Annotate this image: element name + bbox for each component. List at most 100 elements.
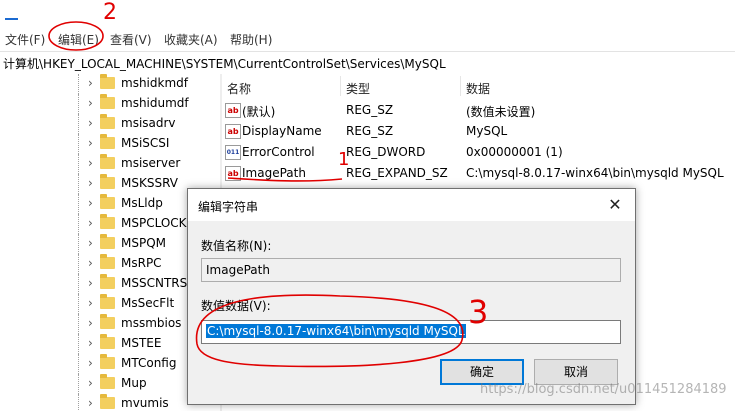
- menu-view[interactable]: 查看(V): [110, 31, 152, 48]
- tree-item-label: msisadrv: [121, 116, 176, 130]
- tree-guide-line: [78, 374, 80, 394]
- tree-item[interactable]: › MSiSCSI: [0, 134, 220, 154]
- string-value-icon: ab: [225, 103, 241, 118]
- tree-guide-line: [78, 214, 80, 234]
- tree-guide-line: [78, 274, 80, 294]
- dialog-titlebar[interactable]: 编辑字符串 ✕: [188, 189, 635, 221]
- menu-file[interactable]: 文件(F): [5, 31, 45, 48]
- value-data-input[interactable]: C:\mysql-8.0.17-winx64\bin\mysqld MySQL: [201, 320, 621, 344]
- tree-item[interactable]: › mshidumdf: [0, 94, 220, 114]
- tree-guide-line: [78, 114, 80, 134]
- menu-favorites[interactable]: 收藏夹(A): [164, 31, 218, 48]
- chevron-right-icon[interactable]: ›: [88, 96, 93, 110]
- tree-item-label: MSPQM: [121, 236, 167, 250]
- folder-icon: [100, 174, 115, 189]
- folder-icon: [100, 94, 115, 109]
- value-data-text[interactable]: C:\mysql-8.0.17-winx64\bin\mysqld MySQL: [206, 324, 466, 338]
- folder-icon: [100, 114, 115, 129]
- folder-icon: [100, 134, 115, 149]
- value-type: REG_EXPAND_SZ: [346, 166, 448, 180]
- tree-item-label: mshidkmdf: [121, 76, 188, 90]
- chevron-right-icon[interactable]: ›: [88, 296, 93, 310]
- tree-guide-line: [78, 174, 80, 194]
- column-divider[interactable]: [460, 76, 461, 96]
- folder-icon: [100, 74, 115, 89]
- tree-item[interactable]: › mshidkmdf: [0, 74, 220, 94]
- column-header-type[interactable]: 类型: [346, 80, 370, 97]
- tree-item-label: msiserver: [121, 156, 181, 170]
- chevron-right-icon[interactable]: ›: [88, 316, 93, 330]
- top-strip: [0, 0, 735, 28]
- menu-edit[interactable]: 编辑(E): [58, 31, 99, 48]
- tree-guide-line: [78, 134, 80, 154]
- dialog-title: 编辑字符串: [198, 200, 259, 214]
- chevron-right-icon[interactable]: ›: [88, 116, 93, 130]
- chevron-right-icon[interactable]: ›: [88, 236, 93, 250]
- column-divider[interactable]: [340, 76, 341, 96]
- value-row[interactable]: ab DisplayName REG_SZ MySQL: [222, 121, 735, 142]
- address-bar[interactable]: 计算机\HKEY_LOCAL_MACHINE\SYSTEM\CurrentCon…: [0, 51, 735, 75]
- tree-item-label: MSSCNTRS: [121, 276, 188, 290]
- value-name-text: ImagePath: [206, 263, 270, 277]
- chevron-right-icon[interactable]: ›: [88, 176, 93, 190]
- value-data: (数值未设置): [466, 105, 536, 119]
- menu-help[interactable]: 帮助(H): [230, 31, 272, 48]
- folder-icon: [100, 154, 115, 169]
- folder-icon: [100, 314, 115, 329]
- chevron-right-icon[interactable]: ›: [88, 276, 93, 290]
- chevron-right-icon[interactable]: ›: [88, 256, 93, 270]
- value-row[interactable]: 011 ErrorControl REG_DWORD 0x00000001 (1): [222, 142, 735, 163]
- menu-bar: 文件(F) 编辑(E) 查看(V) 收藏夹(A) 帮助(H): [0, 28, 735, 50]
- value-row[interactable]: ab ImagePath REG_EXPAND_SZ C:\mysql-8.0.17-…: [222, 163, 735, 184]
- tree-guide-line: [78, 234, 80, 254]
- tree-item-label: MSTEE: [121, 336, 162, 350]
- tree-item-label: MSiSCSI: [121, 136, 170, 150]
- chevron-right-icon[interactable]: ›: [88, 76, 93, 90]
- tree-guide-line: [78, 154, 80, 174]
- value-name: (默认): [242, 105, 276, 119]
- tree-guide-line: [78, 334, 80, 354]
- value-name-label: 数值名称(N):: [201, 239, 272, 253]
- value-row[interactable]: ab (默认) REG_SZ (数值未设置): [222, 100, 735, 121]
- chevron-right-icon[interactable]: ›: [88, 216, 93, 230]
- tree-item-label: MSPCLOCK: [121, 216, 187, 230]
- folder-icon: [100, 334, 115, 349]
- watermark: https://blog.csdn.net/u011451284189: [480, 382, 727, 397]
- folder-icon: [100, 214, 115, 229]
- folder-icon: [100, 254, 115, 269]
- tree-item[interactable]: › msisadrv: [0, 114, 220, 134]
- folder-icon: [100, 374, 115, 389]
- chevron-right-icon[interactable]: ›: [88, 156, 93, 170]
- chevron-right-icon[interactable]: ›: [88, 336, 93, 350]
- folder-icon: [100, 354, 115, 369]
- column-header-data[interactable]: 数据: [466, 80, 490, 97]
- chevron-right-icon[interactable]: ›: [88, 136, 93, 150]
- tree-guide-line: [78, 254, 80, 274]
- tree-item-label: mssmbios: [121, 316, 182, 330]
- value-name: ImagePath: [242, 166, 306, 180]
- value-name-field: ImagePath: [201, 258, 621, 282]
- tree-item-label: mvumis: [121, 396, 169, 410]
- chevron-right-icon[interactable]: ›: [88, 196, 93, 210]
- string-value-icon: ab: [225, 124, 241, 139]
- value-type: REG_DWORD: [346, 145, 426, 159]
- tree-item-label: MsSecFlt: [121, 296, 175, 310]
- chevron-right-icon[interactable]: ›: [88, 376, 93, 390]
- chevron-right-icon[interactable]: ›: [88, 396, 93, 410]
- tree-item-label: MSKSSRV: [121, 176, 178, 190]
- tree-item-label: MsLldp: [121, 196, 163, 210]
- column-header-name[interactable]: 名称: [227, 80, 251, 97]
- tree-guide-line: [78, 394, 80, 411]
- tree-item-label: Mup: [121, 376, 147, 390]
- tree-guide-line: [78, 94, 80, 114]
- folder-icon: [100, 194, 115, 209]
- chevron-right-icon[interactable]: ›: [88, 356, 93, 370]
- value-data: 0x00000001 (1): [466, 145, 563, 159]
- tree-item[interactable]: › msiserver: [0, 154, 220, 174]
- address-path[interactable]: 计算机\HKEY_LOCAL_MACHINE\SYSTEM\CurrentCon…: [3, 55, 446, 72]
- value-type: REG_SZ: [346, 103, 394, 117]
- window-accent-mark: [5, 18, 18, 20]
- close-icon[interactable]: ✕: [595, 189, 635, 221]
- binary-value-icon: 011: [225, 145, 241, 160]
- folder-icon: [100, 394, 115, 409]
